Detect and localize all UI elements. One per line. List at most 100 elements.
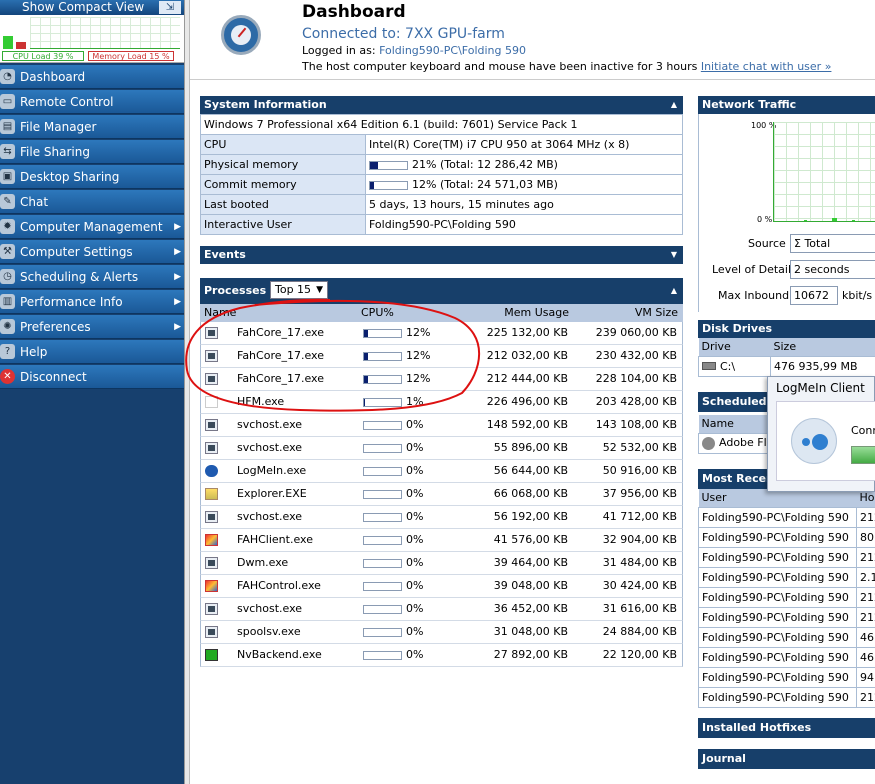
process-name: Explorer.EXE (237, 487, 307, 500)
process-row[interactable]: Explorer.EXE 0% 66 068,00 KB 37 956,00 KB (200, 483, 683, 506)
recent-user: Folding590-PC\Folding 590 (698, 566, 857, 588)
hotfixes-header[interactable]: Installed Hotfixes (698, 718, 875, 738)
process-mem: 36 452,00 KB (493, 602, 568, 615)
recent-user: Folding590-PC\Folding 590 (698, 586, 857, 608)
system-info-value: Folding590-PC\Folding 590 (369, 218, 516, 231)
pin-icon[interactable]: ⇲ (159, 1, 181, 14)
cpu-usage-bar (363, 559, 402, 568)
process-row[interactable]: Dwm.exe 0% 39 464,00 KB 31 484,00 KB (200, 552, 683, 575)
recent-user: Folding590-PC\Folding 590 (698, 526, 857, 548)
sidebar-item-file-manager[interactable]: ▤ File Manager (0, 115, 184, 139)
process-vm: 41 712,00 KB (602, 510, 677, 523)
col-mem[interactable]: Mem Usage (504, 304, 569, 322)
sidebar-item-remote-control[interactable]: ▭ Remote Control (0, 90, 184, 114)
system-info-header[interactable]: System Information ▲ (200, 96, 683, 114)
popup-body: Conn (776, 401, 875, 481)
sidebar-splitter[interactable] (184, 0, 190, 784)
recent-host: 94. (856, 666, 875, 688)
system-info-value: 21% (Total: 12 286,42 MB) (412, 158, 558, 171)
process-cpu: 0% (406, 579, 424, 592)
process-row[interactable]: spoolsv.exe 0% 31 048,00 KB 24 884,00 KB (200, 621, 683, 644)
sidebar-item-chat[interactable]: ✎ Chat (0, 190, 184, 214)
process-row[interactable]: svchost.exe 0% 56 192,00 KB 41 712,00 KB (200, 506, 683, 529)
sidebar-item-desktop-sharing[interactable]: ▣ Desktop Sharing (0, 165, 184, 189)
collapse-icon[interactable]: ▲ (671, 278, 677, 304)
process-icon (205, 557, 218, 569)
recent-row: Folding590-PC\Folding 59046. (698, 626, 875, 648)
disk-drives-header[interactable]: Disk Drives (698, 320, 875, 338)
journal-header[interactable]: Journal (698, 749, 875, 769)
sidebar-item-performance-info[interactable]: ▥ Performance Info ▶ (0, 290, 184, 314)
process-cpu: 0% (406, 602, 424, 615)
col-cpu[interactable]: CPU% (361, 304, 394, 322)
col-name[interactable]: Name (204, 304, 236, 322)
sidebar-item-file-sharing[interactable]: ⇆ File Sharing (0, 140, 184, 164)
process-name: Dwm.exe (237, 556, 289, 569)
sidebar-item-preferences[interactable]: ✺ Preferences ▶ (0, 315, 184, 339)
recent-row: Folding590-PC\Folding 590212 (698, 546, 875, 568)
popup-text: Conn (851, 424, 875, 437)
process-row[interactable]: NvBackend.exe 0% 27 892,00 KB 22 120,00 KB (200, 644, 683, 667)
scheduled-item-name: Adobe Fla (719, 436, 774, 450)
recent-row: Folding590-PC\Folding 590212 (698, 506, 875, 528)
show-compact-view-button[interactable]: Show Compact View ⇲ (0, 0, 184, 15)
system-info-key: Commit memory (200, 174, 366, 195)
process-cpu: 0% (406, 556, 424, 569)
sidebar-item-computer-settings[interactable]: ⚒ Computer Settings ▶ (0, 240, 184, 264)
process-mem: 56 192,00 KB (493, 510, 568, 523)
logmein-client-popup[interactable]: LogMeIn Client Conn (767, 376, 875, 492)
recent-user: Folding590-PC\Folding 590 (698, 506, 857, 528)
submenu-arrow-icon: ▶ (174, 297, 181, 307)
system-info-key: Last booted (200, 194, 366, 215)
detail-select[interactable]: 2 seconds (790, 260, 875, 279)
process-row[interactable]: FAHClient.exe 0% 41 576,00 KB 32 904,00 KB (200, 529, 683, 552)
collapse-icon[interactable]: ▲ (671, 96, 677, 114)
process-row[interactable]: svchost.exe 0% 55 896,00 KB 52 532,00 KB (200, 437, 683, 460)
expand-icon[interactable]: ▼ (671, 246, 677, 264)
process-mem: 55 896,00 KB (493, 441, 568, 454)
recent-host: 80. (856, 526, 875, 548)
events-header[interactable]: Events ▼ (200, 246, 683, 264)
idle-notice: The host computer keyboard and mouse hav… (302, 60, 831, 73)
system-info-row: Commit memory 12% (Total: 24 571,03 MB) (200, 174, 683, 195)
process-cpu: 0% (406, 510, 424, 523)
col-vm[interactable]: VM Size (635, 304, 678, 322)
process-vm: 32 904,00 KB (602, 533, 677, 546)
recent-host: 46. (856, 626, 875, 648)
sidebar-item-dashboard[interactable]: ◔ Dashboard (0, 65, 184, 89)
recent-host: 212 (856, 686, 875, 708)
system-info-cell: 12% (Total: 24 571,03 MB) (365, 174, 683, 195)
process-row[interactable]: FahCore_17.exe 12% 212 444,00 KB 228 104,00… (200, 368, 683, 391)
process-row[interactable]: FahCore_17.exe 12% 225 132,00 KB 239 060,00… (200, 322, 683, 345)
sidebar-item-disconnect[interactable]: ✕ Disconnect (0, 365, 184, 389)
system-info-table: Windows 7 Professional x64 Edition 6.1 (… (200, 114, 683, 235)
cpu-load-bar (3, 36, 13, 49)
sidebar-item-label: Help (20, 345, 48, 359)
process-row[interactable]: svchost.exe 0% 148 592,00 KB 143 108,00 KB (200, 414, 683, 437)
source-select[interactable]: Σ Total (790, 234, 875, 253)
recent-row: Folding590-PC\Folding 59094. (698, 666, 875, 688)
sidebar-item-computer-management[interactable]: ✹ Computer Management ▶ (0, 215, 184, 239)
process-name: FahCore_17.exe (237, 349, 324, 362)
process-row[interactable]: FAHControl.exe 0% 39 048,00 KB 30 424,00 KB (200, 575, 683, 598)
sidebar-item-scheduling-alerts[interactable]: ◷ Scheduling & Alerts ▶ (0, 265, 184, 289)
process-row[interactable]: FahCore_17.exe 12% 212 032,00 KB 230 432,00… (200, 345, 683, 368)
process-row[interactable]: HFM.exe 1% 226 496,00 KB 203 428,00 KB (200, 391, 683, 414)
process-row[interactable]: svchost.exe 0% 36 452,00 KB 31 616,00 KB (200, 598, 683, 621)
system-info-row: Interactive User Folding590-PC\Folding 59… (200, 214, 683, 235)
process-vm: 239 060,00 KB (595, 326, 677, 339)
chat-icon: ✎ (0, 194, 15, 209)
processes-header[interactable]: Processes Top 15 ▼ ▲ (200, 278, 683, 304)
gear-icon: ✹ (0, 219, 15, 234)
sidebar-item-help[interactable]: ? Help (0, 340, 184, 364)
memory-load-label: Memory Load 15 % (88, 51, 174, 61)
recent-user: Folding590-PC\Folding 590 (698, 666, 857, 688)
top-filter-select[interactable]: Top 15 ▼ (270, 281, 328, 299)
recent-row: Folding590-PC\Folding 590212 (698, 606, 875, 628)
initiate-chat-link[interactable]: Initiate chat with user » (701, 60, 832, 73)
network-header[interactable]: Network Traffic (698, 96, 875, 114)
max-inbound-input[interactable]: 10672 (790, 286, 838, 305)
logmein-logo-icon (791, 418, 837, 464)
hard-drive-icon (702, 361, 716, 370)
process-row[interactable]: LogMeIn.exe 0% 56 644,00 KB 50 916,00 KB (200, 460, 683, 483)
